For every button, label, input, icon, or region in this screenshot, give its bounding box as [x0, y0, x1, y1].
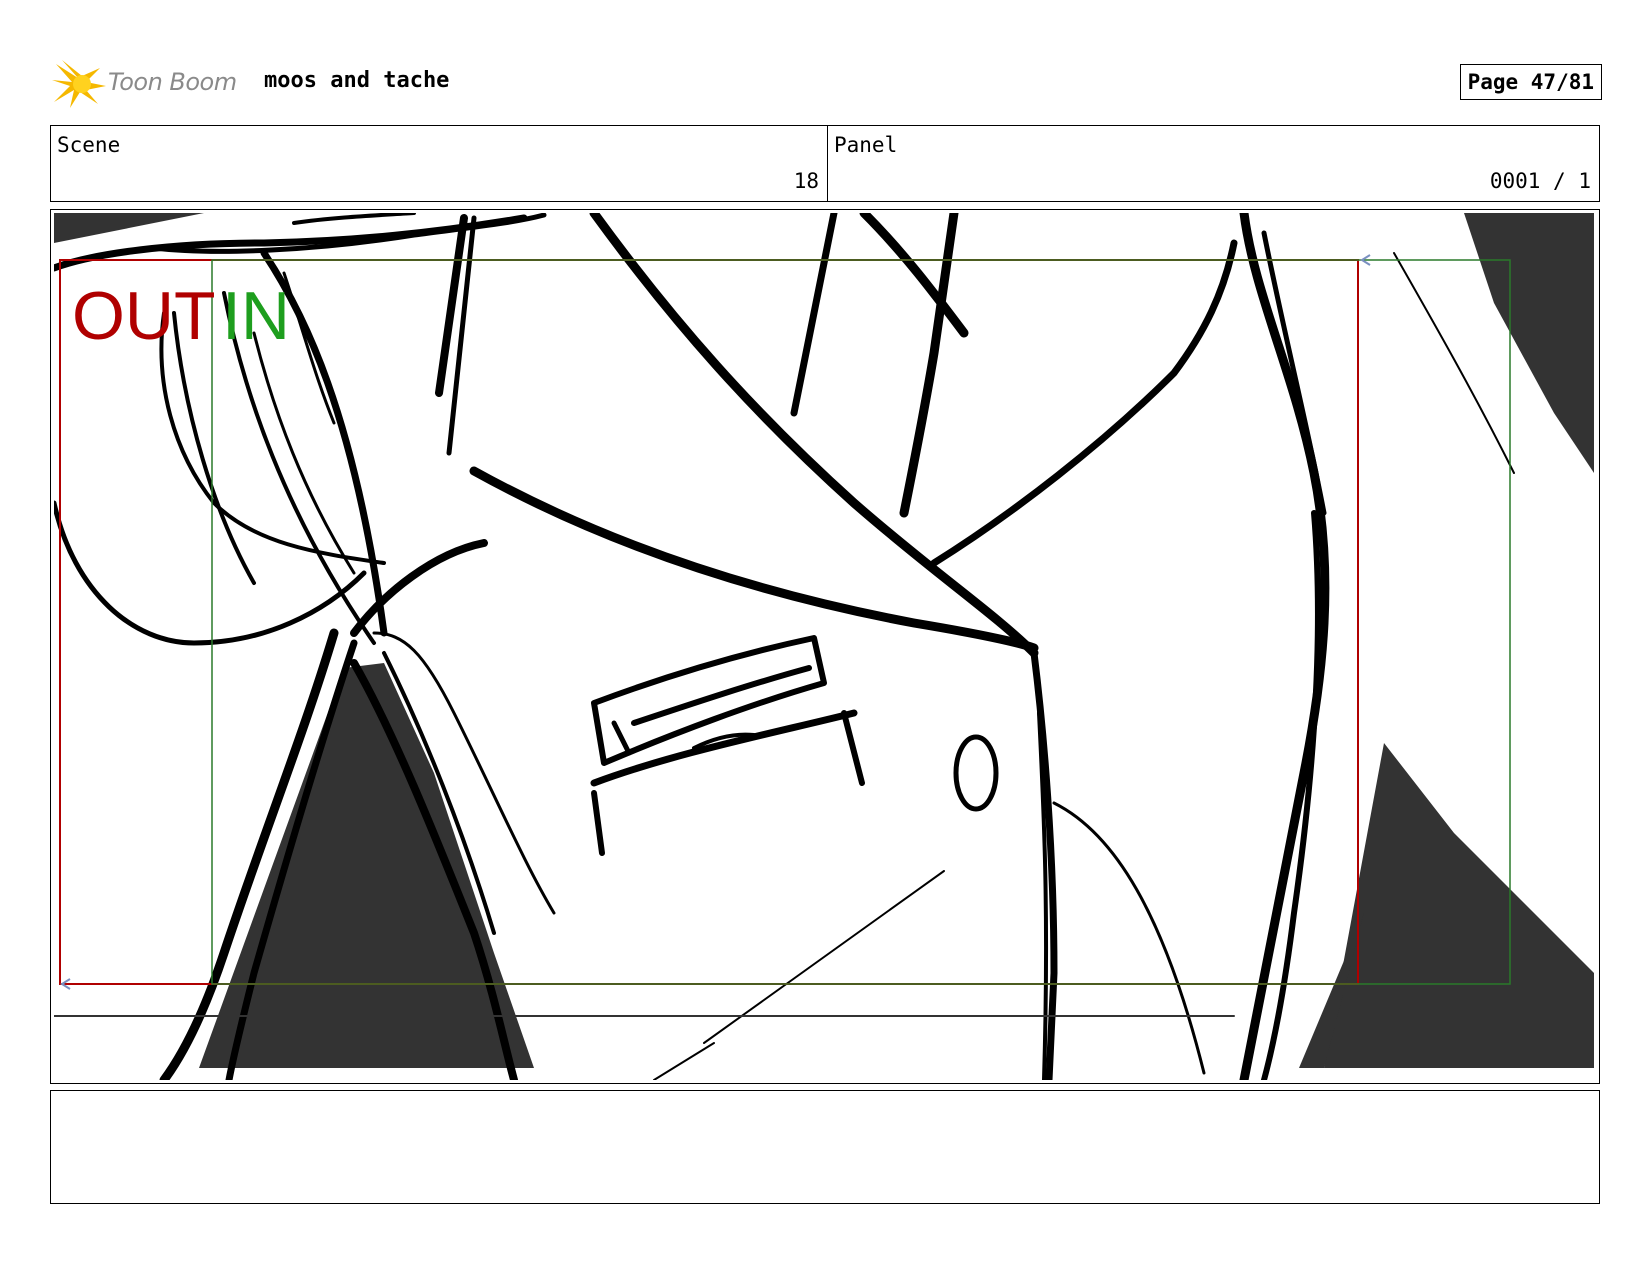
scene-cell: Scene 18 [51, 126, 828, 201]
out-label: OUT [72, 278, 216, 354]
project-title: moos and tache [264, 68, 450, 93]
storyboard-panel: OUT IN [50, 209, 1600, 1084]
panel-label: Panel [834, 133, 898, 157]
scene-panel-info: Scene 18 Panel 0001 / 1 [50, 125, 1600, 202]
panel-sketch: OUT IN [54, 213, 1596, 1080]
page-header: Toon Boom moos and tache Page 47/81 [52, 56, 1602, 112]
panel-notes [50, 1090, 1600, 1204]
panel-cell: Panel 0001 / 1 [828, 126, 1599, 201]
toon-boom-logo: Toon Boom [52, 58, 252, 110]
scene-value: 18 [793, 169, 819, 193]
panel-value: 0001 / 1 [1489, 169, 1591, 193]
in-label: IN [222, 278, 290, 354]
page-number: Page 47/81 [1459, 64, 1602, 100]
starburst-icon [52, 60, 106, 108]
scene-label: Scene [57, 133, 121, 157]
logo-wordmark: Toon Boom [108, 68, 237, 96]
